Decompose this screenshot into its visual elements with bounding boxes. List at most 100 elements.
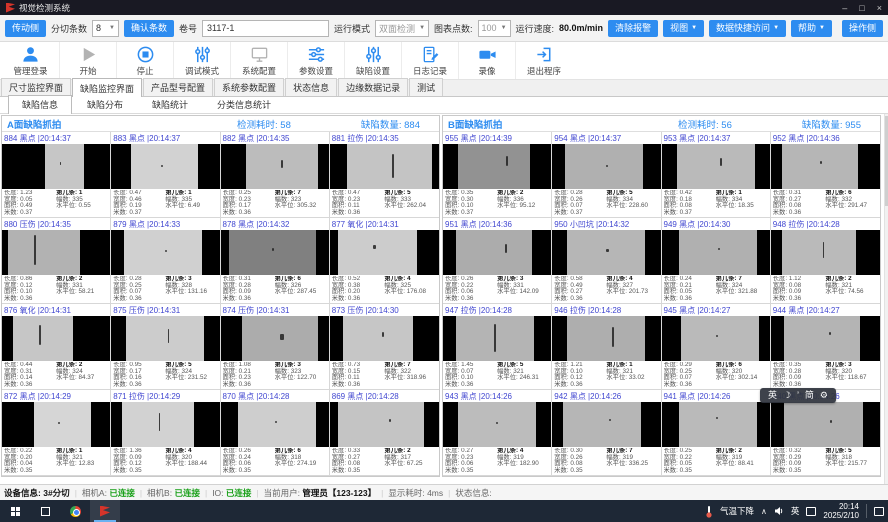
minimize-button[interactable]: –	[842, 3, 847, 13]
ime-toolbar[interactable]: 英 ☽ ’ 简 ⚙	[760, 388, 836, 403]
defect-thumbnail-image[interactable]	[443, 402, 551, 447]
defect-cell[interactable]: 880 压伤 |20:14:35长度: 0.86宽度: 0.12面积: 0.10…	[2, 218, 111, 304]
defect-thumbnail-image[interactable]	[111, 316, 219, 361]
main-tab-4[interactable]: 状态信息	[285, 78, 337, 96]
sub-tab-3[interactable]: 分类信息统计	[203, 95, 285, 113]
main-tab-5[interactable]: 边缘数据记录	[338, 78, 408, 96]
defect-thumbnail-image[interactable]	[443, 144, 551, 189]
defect-cell[interactable]: 870 黑点 |20:14:28长度: 0.26宽度: 0.24面积: 0.06…	[221, 390, 330, 476]
stop-button[interactable]: 停止	[116, 42, 173, 79]
browser-taskbar-button[interactable]	[60, 500, 90, 522]
defect-thumbnail-image[interactable]	[662, 402, 770, 447]
tray-expand-chevron-icon[interactable]: ∧	[761, 507, 767, 516]
defect-thumbnail-image[interactable]	[2, 402, 110, 447]
system-config-button[interactable]: 系统配置	[230, 42, 287, 79]
clear-alarm-button[interactable]: 清除报警	[608, 20, 658, 37]
log-record-button[interactable]: 日志记录	[401, 42, 458, 79]
defect-thumbnail-image[interactable]	[330, 144, 439, 189]
defect-cell[interactable]: 953 黑点 |20:14:37长度: 0.42宽度: 0.18面积: 0.08…	[662, 132, 771, 218]
ime-moon-icon[interactable]: ☽	[783, 391, 791, 400]
ime-english-indicator[interactable]: 英	[768, 391, 777, 400]
defect-cell[interactable]: 874 压伤 |20:14:31长度: 1.08宽度: 0.21面积: 0.23…	[221, 304, 330, 390]
defect-cell[interactable]: 879 黑点 |20:14:33长度: 0.28宽度: 0.25面积: 0.07…	[111, 218, 220, 304]
main-tab-2[interactable]: 产品型号配置	[143, 78, 213, 96]
defect-cell[interactable]: 883 黑点 |20:14:37长度: 0.47宽度: 0.46面积: 0.19…	[111, 132, 220, 218]
roll-number-input[interactable]	[202, 20, 329, 37]
exit-program-button[interactable]: 退出程序	[515, 42, 572, 79]
vision-app-taskbar-button[interactable]	[90, 500, 120, 522]
defect-cell[interactable]: 949 黑点 |20:14:30长度: 0.24宽度: 0.21面积: 0.05…	[662, 218, 771, 304]
vertical-scrollbar[interactable]	[884, 114, 888, 484]
taskbar-language-indicator[interactable]: 英	[791, 505, 800, 517]
start-button[interactable]: 开始	[59, 42, 116, 79]
defect-thumbnail-image[interactable]	[111, 402, 219, 447]
ime-tray-icon[interactable]	[806, 507, 816, 516]
task-view-button[interactable]	[30, 500, 60, 522]
defect-cell[interactable]: 948 拉伤 |20:14:28长度: 1.12宽度: 0.08面积: 0.09…	[771, 218, 880, 304]
defect-cell[interactable]: 875 压伤 |20:14:31长度: 0.95宽度: 0.17面积: 0.16…	[111, 304, 220, 390]
defect-cell[interactable]: 947 拉伤 |20:14:28长度: 1.45宽度: 0.07面积: 0.10…	[443, 304, 552, 390]
defect-cell[interactable]: 946 拉伤 |20:14:28长度: 1.21宽度: 0.10面积: 0.12…	[552, 304, 661, 390]
defect-thumbnail-image[interactable]	[111, 144, 219, 189]
defect-cell[interactable]: 884 黑点 |20:14:37长度: 1.23宽度: 0.05面积: 0.49…	[2, 132, 111, 218]
defect-cell[interactable]: 941 黑点 |20:14:26长度: 0.25宽度: 0.22面积: 0.05…	[662, 390, 771, 476]
start-button[interactable]	[0, 500, 30, 522]
defect-cell[interactable]: 951 黑点 |20:14:36长度: 0.26宽度: 0.22面积: 0.06…	[443, 218, 552, 304]
defect-thumbnail-image[interactable]	[221, 144, 329, 189]
defect-cell[interactable]: 942 黑点 |20:14:26长度: 0.30宽度: 0.26面积: 0.08…	[552, 390, 661, 476]
defect-thumbnail-image[interactable]	[662, 230, 770, 275]
maximize-button[interactable]: □	[859, 3, 864, 13]
defect-cell[interactable]: 872 黑点 |20:14:29长度: 0.22宽度: 0.20面积: 0.04…	[2, 390, 111, 476]
main-tab-0[interactable]: 尺寸监控界面	[1, 78, 71, 96]
defect-settings-button[interactable]: 缺陷设置	[344, 42, 401, 79]
slit-count-select[interactable]: 8 ▼	[92, 20, 119, 37]
defect-thumbnail-image[interactable]	[662, 144, 770, 189]
defect-thumbnail-image[interactable]	[552, 402, 660, 447]
operate-side-button[interactable]: 操作侧	[842, 20, 883, 37]
main-tab-6[interactable]: 测试	[409, 78, 443, 96]
close-button[interactable]: ×	[877, 3, 882, 13]
defect-cell[interactable]: 944 黑点 |20:14:27长度: 0.35宽度: 0.28面积: 0.09…	[771, 304, 880, 390]
confirm-count-button[interactable]: 确认条数	[124, 20, 174, 37]
sub-tab-2[interactable]: 缺陷统计	[138, 95, 202, 113]
defect-thumbnail-image[interactable]	[330, 402, 439, 447]
defect-thumbnail-image[interactable]	[552, 316, 660, 361]
defect-cell[interactable]: 881 拉伤 |20:14:35长度: 0.47宽度: 0.23面积: 0.11…	[330, 132, 439, 218]
defect-cell[interactable]: 869 黑点 |20:14:28长度: 0.33宽度: 0.27面积: 0.08…	[330, 390, 439, 476]
help-menu-button[interactable]: 帮助▼	[791, 20, 832, 37]
defect-cell[interactable]: 878 黑点 |20:14:32长度: 0.31宽度: 0.28面积: 0.09…	[221, 218, 330, 304]
defect-thumbnail-image[interactable]	[771, 230, 880, 275]
defect-cell[interactable]: 945 黑点 |20:14:27长度: 0.29宽度: 0.25面积: 0.07…	[662, 304, 771, 390]
defect-thumbnail-image[interactable]	[443, 230, 551, 275]
defect-cell[interactable]: 955 黑点 |20:14:39长度: 0.35宽度: 0.30面积: 0.10…	[443, 132, 552, 218]
main-tab-3[interactable]: 系统参数配置	[214, 78, 284, 96]
ime-settings-gear-icon[interactable]: ⚙	[820, 391, 828, 400]
defect-thumbnail-image[interactable]	[443, 316, 551, 361]
drive-side-button[interactable]: 传动侧	[5, 20, 46, 37]
defect-thumbnail-image[interactable]	[552, 144, 660, 189]
clock[interactable]: 20:142025/2/10	[823, 502, 859, 520]
defect-thumbnail-image[interactable]	[111, 230, 219, 275]
defect-thumbnail-image[interactable]	[2, 144, 110, 189]
defect-thumbnail-image[interactable]	[771, 402, 880, 447]
sub-tab-1[interactable]: 缺陷分布	[73, 95, 137, 113]
run-mode-select[interactable]: 双面检测 ▼	[375, 20, 429, 37]
debug-mode-button[interactable]: 调试模式	[173, 42, 230, 79]
defect-thumbnail-image[interactable]	[552, 230, 660, 275]
defect-thumbnail-image[interactable]	[771, 316, 880, 361]
defect-cell[interactable]: 952 黑点 |20:14:36长度: 0.31宽度: 0.27面积: 0.08…	[771, 132, 880, 218]
chart-points-select[interactable]: 100 ▼	[478, 20, 511, 37]
defect-cell[interactable]: 873 压伤 |20:14:30长度: 0.73宽度: 0.15面积: 0.11…	[330, 304, 439, 390]
sub-tab-0[interactable]: 缺陷信息	[8, 95, 72, 114]
ime-simplified-indicator[interactable]: 简	[805, 391, 814, 400]
defect-thumbnail-image[interactable]	[221, 230, 329, 275]
weather-tray-text[interactable]: 气温下降	[720, 505, 754, 517]
view-menu-button[interactable]: 视图▼	[663, 20, 704, 37]
defect-cell[interactable]: 950 小凹坑 |20:14:32长度: 0.58宽度: 0.49面积: 0.2…	[552, 218, 661, 304]
record-video-button[interactable]: 录像	[458, 42, 515, 79]
defect-thumbnail-image[interactable]	[330, 230, 439, 275]
defect-cell[interactable]: 876 氧化 |20:14:31长度: 0.44宽度: 0.31面积: 0.14…	[2, 304, 111, 390]
defect-cell[interactable]: 877 氧化 |20:14:31长度: 0.52宽度: 0.38面积: 0.20…	[330, 218, 439, 304]
defect-cell[interactable]: 882 黑点 |20:14:35长度: 0.25宽度: 0.23面积: 0.17…	[221, 132, 330, 218]
param-settings-button[interactable]: 参数设置	[287, 42, 344, 79]
